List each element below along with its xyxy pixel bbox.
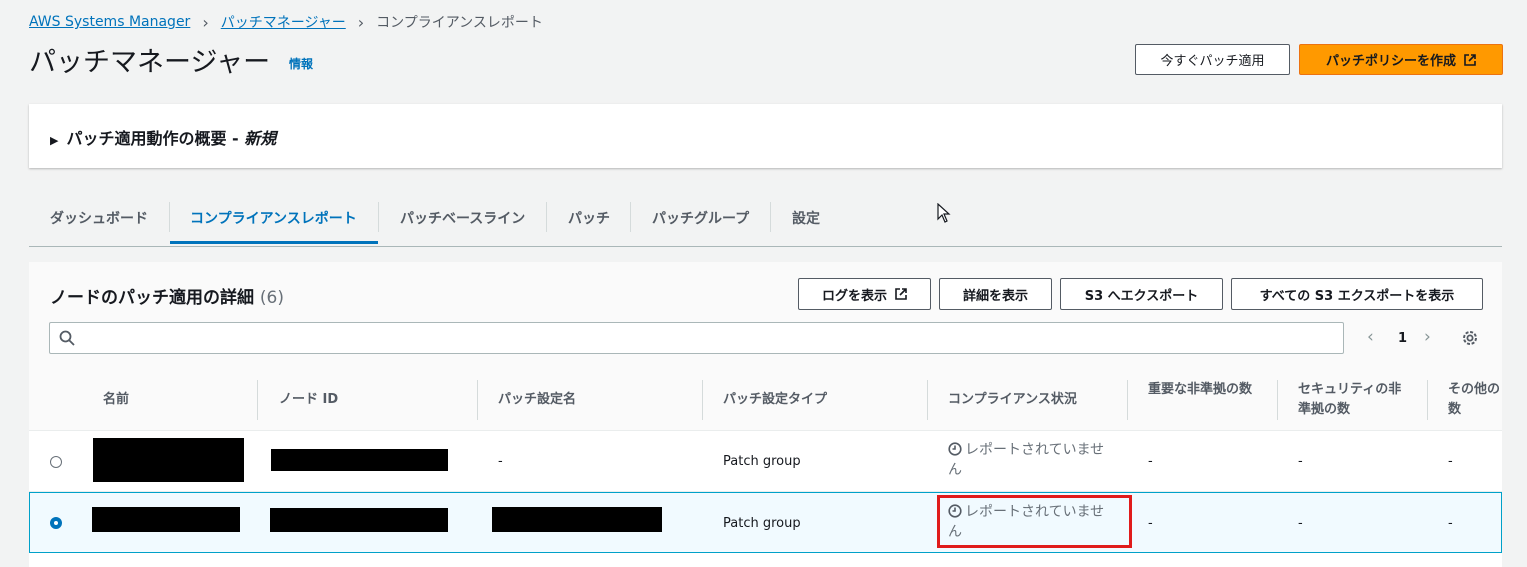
tab-patch-groups[interactable]: パッチグループ	[652, 208, 749, 228]
column-header-patch-config-type[interactable]: パッチ設定タイプ	[723, 390, 827, 410]
redacted-node-id	[271, 449, 448, 471]
apply-patch-now-label: 今すぐパッチ適用	[1160, 54, 1265, 69]
table-row-partial	[29, 553, 1502, 567]
cell-security-count: -	[1298, 454, 1303, 469]
table-title: ノードのパッチ適用の詳細 (6)	[50, 283, 284, 308]
overview-label: パッチ適用動作の概要 -	[66, 129, 245, 148]
create-patch-policy-label: パッチポリシーを作成	[1325, 54, 1456, 69]
redacted-patch-config-name	[492, 507, 662, 532]
column-header-other-noncompliant[interactable]: その他の数	[1448, 380, 1504, 420]
cell-patch-config-name: -	[498, 454, 503, 469]
overview-new-label: 新規	[244, 129, 277, 148]
column-divider	[257, 380, 258, 420]
column-header-node-id[interactable]: ノード ID	[279, 390, 338, 410]
highlight-annotation-box	[937, 495, 1132, 548]
redacted-node-id	[270, 508, 448, 532]
tab-patch-baselines[interactable]: パッチベースライン	[400, 208, 525, 228]
tab-patches[interactable]: パッチ	[568, 208, 610, 228]
chevron-right-icon: ›	[357, 12, 365, 32]
create-patch-policy-button[interactable]: パッチポリシーを作成	[1299, 44, 1503, 75]
breadcrumb-link-systems-manager[interactable]: AWS Systems Manager	[29, 14, 190, 30]
column-divider	[702, 380, 703, 420]
chevron-right-icon[interactable]: ›	[1424, 327, 1431, 347]
tab-divider	[770, 202, 771, 232]
column-divider	[1277, 380, 1278, 420]
cell-security-count: -	[1298, 516, 1303, 531]
view-logs-label: ログを表示	[821, 288, 887, 304]
cell-critical-count: -	[1148, 516, 1153, 531]
mouse-cursor-icon	[937, 203, 951, 223]
cell-other-count: -	[1448, 454, 1453, 469]
column-divider	[477, 380, 478, 420]
view-details-button[interactable]: 詳細を表示	[939, 278, 1052, 310]
cell-patch-config-type: Patch group	[723, 454, 801, 469]
column-divider	[927, 380, 928, 420]
external-link-icon	[1464, 53, 1476, 66]
table-count: (6)	[259, 288, 285, 308]
tab-bar: ダッシュボード コンプライアンスレポート パッチベースライン パッチ パッチグル…	[29, 196, 1502, 247]
tab-dashboard[interactable]: ダッシュボード	[50, 208, 148, 228]
page-number[interactable]: 1	[1398, 331, 1407, 346]
patch-overview-toggle[interactable]: ▶ パッチ適用動作の概要 - 新規	[50, 125, 276, 149]
cell-critical-count: -	[1148, 454, 1153, 469]
tab-divider	[169, 202, 170, 232]
info-link[interactable]: 情報	[289, 55, 313, 72]
cell-compliance-status: レポートされていません	[948, 440, 1118, 480]
view-all-s3-exports-label: すべての S3 エクスポートを表示	[1259, 288, 1455, 304]
cell-other-count: -	[1448, 516, 1453, 531]
tab-settings[interactable]: 設定	[792, 208, 820, 228]
page-title: パッチマネージャー	[29, 47, 271, 78]
view-all-s3-exports-button[interactable]: すべての S3 エクスポートを表示	[1231, 278, 1483, 310]
tab-divider	[630, 202, 631, 232]
row-select-radio[interactable]	[50, 456, 62, 468]
breadcrumb-current: コンプライアンスレポート	[376, 15, 543, 31]
search-icon	[59, 330, 75, 346]
redacted-name	[93, 438, 244, 482]
tab-divider	[378, 202, 379, 232]
caret-right-icon: ▶	[50, 134, 59, 147]
table-title-text: ノードのパッチ適用の詳細	[50, 288, 254, 308]
tab-compliance-reporting[interactable]: コンプライアンスレポート	[190, 208, 357, 228]
chevron-left-icon[interactable]: ‹	[1367, 327, 1374, 347]
cell-patch-config-type: Patch group	[723, 516, 801, 531]
column-header-critical-noncompliant[interactable]: 重要な非準拠の数	[1148, 380, 1258, 400]
view-details-label: 詳細を表示	[962, 288, 1028, 304]
tab-divider	[546, 202, 547, 232]
breadcrumb-link-patch-manager[interactable]: パッチマネージャー	[221, 12, 346, 32]
status-text: レポートされていません	[948, 442, 1105, 478]
gear-icon[interactable]	[1461, 329, 1479, 347]
chevron-right-icon: ›	[202, 12, 209, 32]
column-divider	[1127, 380, 1128, 420]
column-header-name[interactable]: 名前	[103, 390, 129, 410]
active-tab-indicator	[170, 241, 378, 244]
column-header-security-noncompliant[interactable]: セキュリティの非準拠の数	[1298, 380, 1408, 420]
clock-icon	[948, 442, 962, 456]
view-logs-button[interactable]: ログを表示	[798, 278, 931, 310]
export-s3-button[interactable]: S3 へエクスポート	[1060, 278, 1223, 310]
apply-patch-now-button[interactable]: 今すぐパッチ適用	[1135, 44, 1290, 75]
export-s3-label: S3 へエクスポート	[1084, 288, 1199, 304]
external-link-icon	[895, 288, 907, 300]
breadcrumb: AWS Systems Manager › パッチマネージャー › コンプライア…	[29, 12, 543, 32]
redacted-name	[92, 507, 240, 532]
column-header-compliance-status[interactable]: コンプライアンス状況	[948, 390, 1077, 410]
row-select-radio[interactable]	[50, 517, 62, 529]
column-divider	[1427, 380, 1428, 420]
search-input[interactable]	[49, 322, 1344, 354]
column-header-patch-config-name[interactable]: パッチ設定名	[498, 390, 576, 410]
